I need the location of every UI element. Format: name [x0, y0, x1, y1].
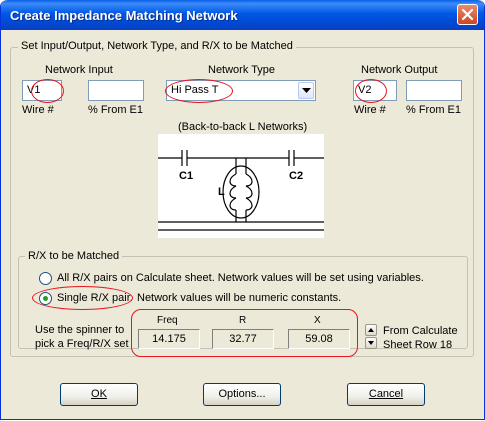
input-wire-caption: Wire # — [22, 104, 54, 116]
output-percent-caption: % From E1 — [406, 104, 462, 116]
input-wire-highlight — [31, 79, 64, 103]
title-bar[interactable]: Create Impedance Matching Network — [1, 0, 484, 30]
options-button-label: Options... — [218, 388, 266, 400]
l-label: L — [218, 186, 225, 198]
spin-up-icon — [368, 328, 374, 332]
spin-down-icon — [368, 341, 374, 345]
rx-group-legend: R/X to be Matched — [25, 250, 123, 262]
spinner-hint-line2: pick a Freq/R/X set — [35, 338, 129, 350]
cancel-button[interactable]: Cancel — [347, 383, 425, 406]
input-percent-caption: % From E1 — [88, 104, 144, 116]
output-wire-highlight — [355, 79, 387, 103]
network-input-label: Network Input — [45, 64, 113, 76]
network-output-label: Network Output — [361, 64, 438, 76]
network-type-dropdown-button[interactable] — [298, 82, 314, 99]
cancel-button-label: Cancel — [368, 388, 404, 400]
radio-all-pairs[interactable] — [39, 272, 52, 285]
c1-label: C1 — [179, 170, 194, 182]
from-row-line1: From Calculate — [383, 325, 458, 337]
ok-button[interactable]: OK — [60, 383, 138, 406]
circuit-schematic — [158, 150, 324, 231]
radio-single-pair-note: Network values will be numeric constants… — [137, 292, 342, 304]
diagram-caption: (Back-to-back L Networks) — [178, 121, 308, 133]
radio-all-pairs-label[interactable]: All R/X pairs on Calculate sheet. Networ… — [57, 272, 424, 284]
ok-button-label: OK — [91, 388, 107, 400]
window-title: Create Impedance Matching Network — [10, 8, 238, 23]
spinner-down-button[interactable] — [365, 337, 377, 349]
from-row-line2: Sheet Row 18 — [383, 339, 453, 351]
output-wire-caption: Wire # — [354, 104, 386, 116]
spinner-hint-line1: Use the spinner to — [35, 324, 125, 336]
dropdown-arrow-icon — [302, 88, 311, 93]
c2-label: C2 — [289, 170, 304, 182]
values-highlight — [131, 309, 358, 357]
network-type-label: Network Type — [208, 64, 276, 76]
single-pair-highlight — [32, 286, 133, 310]
network-diagram: C1 C2 L — [158, 134, 324, 238]
close-icon — [461, 8, 474, 21]
setup-group-legend: Set Input/Output, Network Type, and R/X … — [18, 40, 296, 52]
network-type-highlight — [165, 79, 233, 103]
output-percent-field[interactable] — [406, 80, 462, 101]
dialog-window: Create Impedance Matching Network Set In… — [0, 0, 485, 420]
input-percent-field[interactable] — [88, 80, 144, 101]
options-button[interactable]: Options... — [203, 383, 281, 406]
spinner-up-button[interactable] — [365, 324, 377, 336]
close-button[interactable] — [457, 4, 478, 25]
